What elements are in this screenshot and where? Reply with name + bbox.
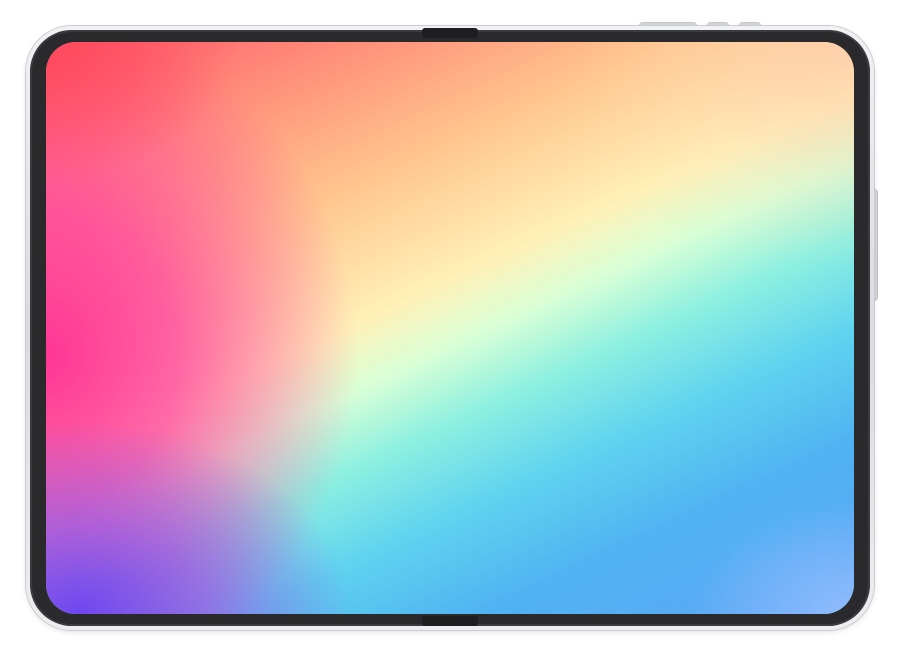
hinge-top bbox=[422, 28, 478, 38]
wallpaper-blue-glow bbox=[46, 42, 854, 614]
photo-stage bbox=[0, 0, 900, 654]
device-screen bbox=[46, 42, 854, 614]
hinge-bottom bbox=[422, 616, 478, 626]
